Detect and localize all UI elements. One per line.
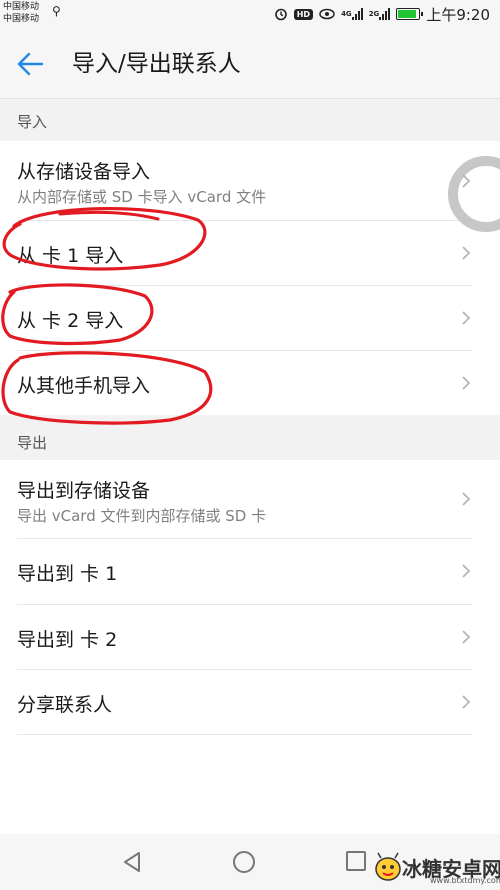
- status-time: 上午9:20: [426, 5, 490, 24]
- alarm-icon: [274, 7, 288, 21]
- eye-icon: [319, 8, 335, 20]
- item-label: 从 卡 2 导入: [17, 310, 124, 332]
- item-label: 导出到存储设备: [17, 480, 151, 502]
- carrier-labels: 中国移动 中国移动: [3, 1, 39, 25]
- chevron-right-icon: [462, 564, 471, 578]
- import-section-header: 导入: [0, 99, 500, 141]
- chevron-right-icon: [462, 630, 471, 644]
- signal-2-label: 2G: [368, 10, 380, 18]
- item-sub-label: 导出 vCard 文件到内部存储或 SD 卡: [17, 507, 267, 525]
- status-icons: HD 4G 2G 上午9:20: [274, 4, 490, 24]
- chevron-right-icon: [462, 376, 471, 390]
- signal-1-icon: 4G: [341, 8, 363, 20]
- signal-2-icon: 2G: [369, 8, 391, 20]
- import-from-sim1-item[interactable]: 从 卡 1 导入: [0, 221, 500, 285]
- back-triangle-icon[interactable]: [120, 850, 144, 874]
- export-header-label: 导出: [17, 434, 48, 452]
- divider: [17, 734, 472, 735]
- watermark-logo-icon: [375, 852, 401, 881]
- item-label: 从存储设备导入: [17, 161, 151, 183]
- export-to-storage-item[interactable]: 导出到存储设备 导出 vCard 文件到内部存储或 SD 卡: [0, 460, 500, 538]
- import-from-other-phone-item[interactable]: 从其他手机导入: [0, 351, 500, 415]
- hd-icon: HD: [293, 8, 314, 20]
- share-contacts-item[interactable]: 分享联系人: [0, 670, 500, 734]
- chevron-right-icon: [462, 311, 471, 325]
- app-bar: 导入/导出联系人: [0, 28, 500, 99]
- page-title: 导入/导出联系人: [72, 51, 241, 77]
- import-header-label: 导入: [17, 113, 48, 131]
- export-section-header: 导出: [0, 415, 500, 460]
- chevron-right-icon: [462, 492, 471, 506]
- item-label: 从 卡 1 导入: [17, 245, 124, 267]
- item-label: 导出到 卡 1: [17, 563, 118, 585]
- battery-icon: [396, 8, 424, 20]
- usb-icon: ⚲: [52, 4, 61, 18]
- export-to-sim1-item[interactable]: 导出到 卡 1: [0, 539, 500, 604]
- import-from-sim2-item[interactable]: 从 卡 2 导入: [0, 286, 500, 350]
- import-from-storage-item[interactable]: 从存储设备导入 从内部存储或 SD 卡导入 vCard 文件: [0, 141, 500, 220]
- back-arrow-icon[interactable]: [14, 48, 46, 80]
- home-circle-icon[interactable]: [232, 850, 256, 874]
- signal-1-label: 4G: [341, 10, 352, 18]
- chevron-right-icon: [462, 246, 471, 260]
- item-label: 分享联系人: [17, 694, 113, 716]
- carrier-2: 中国移动: [3, 14, 40, 24]
- carrier-1: 中国移动: [3, 2, 40, 12]
- item-label: 导出到 卡 2: [17, 629, 118, 651]
- recents-square-icon[interactable]: [345, 850, 367, 872]
- item-sub-label: 从内部存储或 SD 卡导入 vCard 文件: [17, 188, 267, 206]
- item-label: 从其他手机导入: [17, 375, 151, 397]
- export-to-sim2-item[interactable]: 导出到 卡 2: [0, 605, 500, 669]
- watermark-url: www.btxtdmy.com: [430, 876, 500, 885]
- chevron-right-icon: [462, 695, 471, 709]
- status-bar: 中国移动 中国移动 ⚲ HD 4G 2G 上午9:20: [0, 0, 500, 28]
